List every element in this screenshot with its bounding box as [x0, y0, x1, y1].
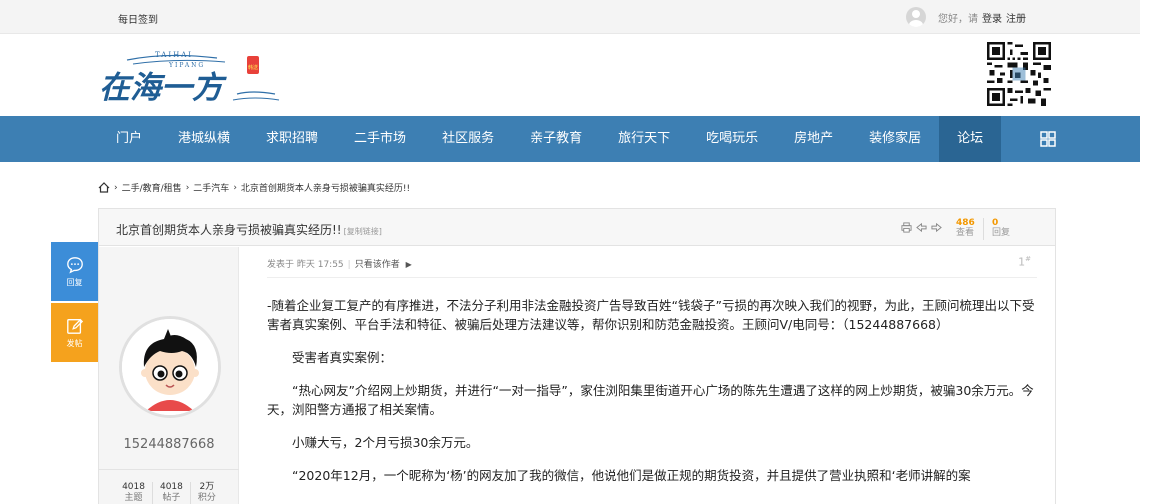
new-post-button[interactable]: 发帖	[51, 303, 98, 362]
qr-code-icon	[987, 42, 1051, 106]
replies-stat: 0 回复	[992, 218, 1010, 238]
user-area: 您好，请 登录 注册	[906, 7, 1026, 27]
nav-item-decoration[interactable]: 装修家居	[851, 116, 939, 162]
print-icon[interactable]	[901, 222, 912, 233]
breadcrumb-item-category[interactable]: 二手/教育/租售	[122, 181, 182, 194]
chevron-right-icon: ›	[233, 182, 237, 193]
breadcrumb-item-current[interactable]: 北京首创期货本人亲身亏损被骗真实经历!!	[241, 181, 410, 194]
copy-link[interactable]: [复制链接]	[344, 227, 382, 236]
post-paragraph: 小赚大亏，2个月亏损30余万元。	[292, 435, 479, 450]
nav-item-travel[interactable]: 旅行天下	[600, 116, 688, 162]
side-float-bar: 回复 发帖	[51, 242, 98, 362]
nav-item-education[interactable]: 亲子教育	[512, 116, 600, 162]
author-avatar[interactable]	[119, 316, 221, 418]
post-paragraph: 受害者真实案例：	[292, 350, 393, 365]
post-body: -随着企业复工复产的有序推进，不法分子利用非法金融投资广告导致百姓“钱袋子”亏损…	[267, 296, 1037, 499]
thread-container: 北京首创期货本人亲身亏损被骗真实经历!! [复制链接] 486 查看 0 回复 …	[98, 208, 1056, 504]
thread-tools	[901, 222, 942, 233]
top-bar: 每日签到 您好，请 登录 注册	[0, 0, 1140, 34]
author-stat-label: 主题	[124, 493, 143, 503]
user-avatar-icon[interactable]	[906, 7, 926, 27]
meta-divider: |	[347, 260, 351, 270]
nav-item-city[interactable]: 港城纵横	[160, 116, 248, 162]
login-link[interactable]: 登录	[982, 10, 1002, 25]
replies-label: 回复	[992, 228, 1011, 238]
next-thread-icon[interactable]	[931, 222, 942, 233]
logo-cn: 在海一方	[99, 70, 227, 106]
nav-item-forum[interactable]: 论坛	[939, 116, 1002, 162]
main-nav: 门户 港城纵横 求职招聘 二手市场 社区服务 亲子教育 旅行天下 吃喝玩乐 房地…	[0, 116, 1140, 162]
author-stat-threads[interactable]: 4018 主题	[115, 482, 153, 504]
prev-thread-icon[interactable]	[916, 222, 927, 233]
author-column: 15244887668 4018 主题 4018 帖子 2万 积分	[99, 247, 239, 504]
author-stat-points[interactable]: 2万 积分	[191, 482, 223, 504]
views-label: 查看	[956, 228, 975, 238]
chevron-right-icon: ›	[114, 182, 118, 193]
caret-right-icon: ▶	[405, 260, 412, 269]
author-stat-value: 4018	[159, 482, 183, 492]
nav-item-second-hand[interactable]: 二手市场	[336, 116, 424, 162]
nav-item-community[interactable]: 社区服务	[424, 116, 512, 162]
post-divider	[267, 277, 1037, 278]
reply-button[interactable]: 回复	[51, 242, 98, 301]
nav-item-portal[interactable]: 门户	[98, 116, 160, 162]
thread-title: 北京首创期货本人亲身亏损被骗真实经历!! [复制链接]	[116, 221, 382, 238]
grid-menu-icon[interactable]	[1040, 131, 1056, 147]
edit-icon	[66, 318, 83, 334]
nav-item-food-fun[interactable]: 吃喝玩乐	[688, 116, 776, 162]
floor-number-sup: #	[1025, 255, 1031, 263]
author-only-link[interactable]: 只看该作者	[355, 260, 400, 270]
logo-row: TAIHAI YIPANG 在海一方 韩送	[0, 34, 1140, 116]
breadcrumb: › 二手/教育/租售 › 二手汽车 › 北京首创期货本人亲身亏损被骗真实经历!!	[98, 181, 410, 194]
replies-count: 0	[992, 218, 999, 228]
stat-divider	[983, 218, 984, 240]
chevron-right-icon: ›	[185, 182, 190, 193]
thread-header: 北京首创期货本人亲身亏损被骗真实经历!! [复制链接] 486 查看 0 回复	[99, 209, 1055, 246]
greeting-text: 您好，请	[938, 13, 978, 25]
home-icon[interactable]	[98, 182, 110, 193]
logo-seal: 韩送	[248, 64, 258, 71]
floor-number[interactable]: 1#	[1018, 255, 1031, 269]
views-stat: 486 查看	[956, 218, 975, 238]
chat-bubble-icon	[66, 256, 83, 274]
author-stat-label: 帖子	[162, 493, 181, 503]
daily-signin-link[interactable]: 每日签到	[118, 11, 158, 26]
author-stats: 4018 主题 4018 帖子 2万 积分	[99, 469, 239, 504]
register-link[interactable]: 注册	[1006, 10, 1026, 25]
page: 每日签到 您好，请 登录 注册 TAIHAI YIPANG 在海一方 韩送 门户…	[0, 0, 1158, 504]
post-paragraph: “2020年12月，一个昵称为‘杨’的网友加了我的微信，他说他们是做正规的期货投…	[292, 468, 971, 483]
new-post-button-label: 发帖	[66, 338, 83, 348]
author-stat-label: 积分	[197, 493, 216, 503]
logo-en-top: TAIHAI	[155, 51, 193, 59]
logo-en-bottom: YIPANG	[168, 62, 205, 69]
nav-items: 门户 港城纵横 求职招聘 二手市场 社区服务 亲子教育 旅行天下 吃喝玩乐 房地…	[98, 116, 1002, 162]
author-stat-posts[interactable]: 4018 帖子	[153, 482, 191, 504]
reply-button-label: 回复	[66, 277, 83, 287]
nav-item-jobs[interactable]: 求职招聘	[248, 116, 336, 162]
post-time: 发表于 昨天 17:55	[267, 260, 344, 270]
author-username[interactable]: 15244887668	[99, 437, 239, 452]
post-paragraph: -随着企业复工复产的有序推进，不法分子利用非法金融投资广告导致百姓“钱袋子”亏损…	[267, 298, 1035, 332]
post-content: 发表于 昨天 17:55 | 只看该作者 ▶ 1# -随着企业复工复产的有序推进，不…	[267, 247, 1037, 504]
thread-title-text: 北京首创期货本人亲身亏损被骗真实经历!!	[116, 223, 342, 237]
site-logo[interactable]: TAIHAI YIPANG 在海一方 韩送	[97, 46, 282, 108]
nav-item-real-estate[interactable]: 房地产	[776, 116, 851, 162]
views-count: 486	[956, 218, 975, 228]
cartoon-boy-avatar-icon	[122, 319, 218, 415]
post-paragraph: “热心网友”介绍网上炒期货，并进行“一对一指导”，家住浏阳集里街道开心广场的陈先…	[267, 383, 1034, 417]
author-stat-value: 4018	[122, 482, 145, 492]
post-meta: 发表于 昨天 17:55 | 只看该作者 ▶	[267, 257, 412, 270]
breadcrumb-item-subcategory[interactable]: 二手汽车	[193, 181, 229, 194]
author-stat-value: 2万	[199, 482, 215, 492]
